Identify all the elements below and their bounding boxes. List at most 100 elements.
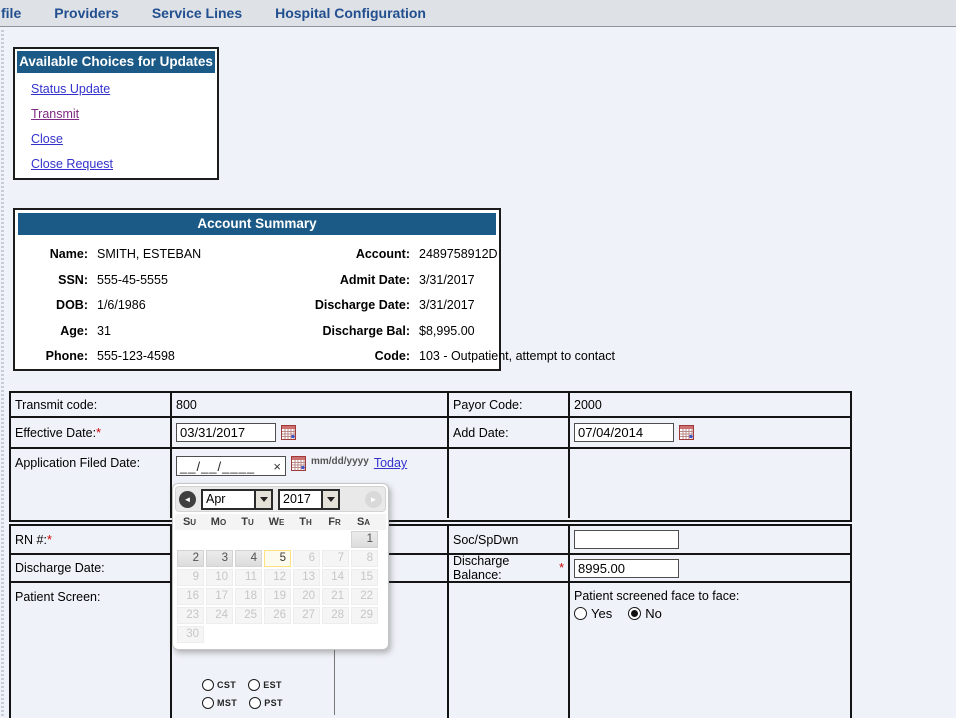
account-number-label: Account:	[292, 242, 410, 268]
calendar-day-disabled: 13	[293, 569, 320, 586]
chevron-down-icon	[321, 491, 338, 508]
calendar-day-empty	[293, 626, 320, 643]
calendar-day[interactable]: 4	[235, 550, 262, 567]
account-age-label: Age:	[20, 319, 88, 345]
soc-spdwn-label: Soc/SpDwn	[449, 526, 570, 553]
update-form-table-bottom: RN #:* Soc/SpDwn Discharge Date: Dischar…	[9, 524, 852, 718]
rn-number-required-mark: *	[47, 533, 52, 547]
soc-spdwn-input[interactable]	[574, 530, 679, 549]
radio-face-to-face-yes[interactable]	[574, 607, 587, 620]
calendar-day-empty	[322, 626, 349, 643]
radio-cst[interactable]	[202, 679, 214, 691]
calendar-day-disabled: 11	[235, 569, 262, 586]
radio-pst[interactable]	[249, 697, 261, 709]
calendar-day-disabled: 22	[351, 588, 378, 605]
calendar-day-disabled: 26	[264, 607, 291, 624]
account-age-value: 31	[97, 319, 283, 345]
calendar-day[interactable]: 3	[206, 550, 233, 567]
calendar-day-empty	[264, 531, 291, 548]
add-date-input[interactable]	[574, 423, 674, 442]
available-choices-panel: Available Choices for Updates Status Upd…	[13, 47, 219, 180]
account-summary-panel: Account Summary Name: SMITH, ESTEBAN Acc…	[13, 208, 501, 371]
weekday-we: We	[262, 516, 291, 528]
nav-item-providers[interactable]: Providers	[54, 5, 119, 21]
discharge-balance-required-mark: *	[559, 561, 564, 575]
calendar-day-disabled: 18	[235, 588, 262, 605]
account-discharge-bal-value: $8,995.00	[419, 319, 615, 345]
account-discharge-date-label: Discharge Date:	[292, 293, 410, 319]
nav-item-service-lines[interactable]: Service Lines	[152, 5, 242, 21]
account-code-value: 103 - Outpatient, attempt to contact	[419, 344, 615, 370]
calendar-day-empty	[264, 626, 291, 643]
datepicker-prev-button[interactable]: ◄	[179, 491, 196, 508]
add-date-label: Add Date:	[449, 418, 570, 447]
calendar-day-today[interactable]: 5	[264, 550, 291, 567]
calendar-day-disabled: 30	[177, 626, 204, 643]
radio-est[interactable]	[248, 679, 260, 691]
discharge-balance-input[interactable]	[574, 559, 679, 578]
link-close-request[interactable]: Close Request	[31, 157, 215, 171]
account-dob-value: 1/6/1986	[97, 293, 283, 319]
calendar-day-disabled: 24	[206, 607, 233, 624]
account-admit-date-label: Admit Date:	[292, 268, 410, 294]
calendar-day-disabled: 15	[351, 569, 378, 586]
transmit-code-label: Transmit code:	[11, 393, 172, 416]
weekday-sa: Sa	[349, 516, 378, 528]
calendar-day-disabled: 7	[322, 550, 349, 567]
available-choices-title: Available Choices for Updates	[17, 51, 215, 73]
account-ssn-value: 555-45-5555	[97, 268, 283, 294]
application-filed-date-input[interactable]: __/__/____ ×	[176, 456, 286, 476]
calendar-day[interactable]: 1	[351, 531, 378, 548]
calendar-day-disabled: 27	[293, 607, 320, 624]
datepicker-month-select[interactable]: Apr	[201, 489, 273, 510]
link-transmit[interactable]: Transmit	[31, 107, 215, 121]
effective-date-label-text: Effective Date:	[15, 426, 96, 440]
weekday-th: Th	[291, 516, 320, 528]
calendar-day-disabled: 16	[177, 588, 204, 605]
calendar-day-disabled: 19	[264, 588, 291, 605]
account-summary-title: Account Summary	[18, 213, 496, 235]
today-link[interactable]: Today	[374, 456, 407, 470]
payor-code-label: Payor Code:	[449, 393, 570, 416]
account-number-value: 2489758912D	[419, 242, 615, 268]
radio-mst[interactable]	[202, 697, 214, 709]
calendar-day-disabled: 12	[264, 569, 291, 586]
calendar-day-disabled: 29	[351, 607, 378, 624]
payor-code-value: 2000	[570, 393, 850, 416]
calendar-day-disabled: 9	[177, 569, 204, 586]
calendar-day-empty	[177, 531, 204, 548]
datepicker-year-select[interactable]: 2017	[278, 489, 340, 510]
calendar-day-disabled: 25	[235, 607, 262, 624]
link-status-update[interactable]: Status Update	[31, 82, 215, 96]
calendar-day-empty	[206, 531, 233, 548]
datepicker-next-button: ►	[365, 491, 382, 508]
effective-date-input[interactable]	[176, 423, 276, 442]
effective-date-calendar-icon[interactable]	[281, 425, 296, 440]
account-phone-label: Phone:	[20, 344, 88, 370]
effective-date-required-mark: *	[96, 426, 101, 440]
account-ssn-label: SSN:	[20, 268, 88, 294]
calendar-day-disabled: 6	[293, 550, 320, 567]
calendar-day-empty	[322, 531, 349, 548]
weekday-fr: Fr	[320, 516, 349, 528]
calendar-day-empty	[235, 531, 262, 548]
top-nav: file Providers Service Lines Hospital Co…	[0, 0, 956, 27]
calendar-day-disabled: 23	[177, 607, 204, 624]
nav-item-hospital-configuration[interactable]: Hospital Configuration	[275, 5, 426, 21]
application-filed-date-calendar-icon[interactable]	[291, 456, 306, 471]
link-close[interactable]: Close	[31, 132, 215, 146]
calendar-day-empty	[351, 626, 378, 643]
calendar-day-empty	[235, 626, 262, 643]
empty-cell	[449, 449, 570, 518]
calendar-day-disabled: 10	[206, 569, 233, 586]
nav-item-file[interactable]: file	[1, 5, 21, 21]
datepicker-weekday-row: Su Mo Tu We Th Fr Sa	[175, 514, 386, 530]
add-date-calendar-icon[interactable]	[679, 425, 694, 440]
weekday-tu: Tu	[233, 516, 262, 528]
calendar-day[interactable]: 2	[177, 550, 204, 567]
weekday-mo: Mo	[204, 516, 233, 528]
radio-face-to-face-no[interactable]	[628, 607, 641, 620]
clear-date-icon[interactable]: ×	[272, 459, 282, 474]
patient-screen-label: Patient Screen:	[11, 583, 172, 718]
application-filed-date-mask: __/__/____	[180, 459, 272, 474]
